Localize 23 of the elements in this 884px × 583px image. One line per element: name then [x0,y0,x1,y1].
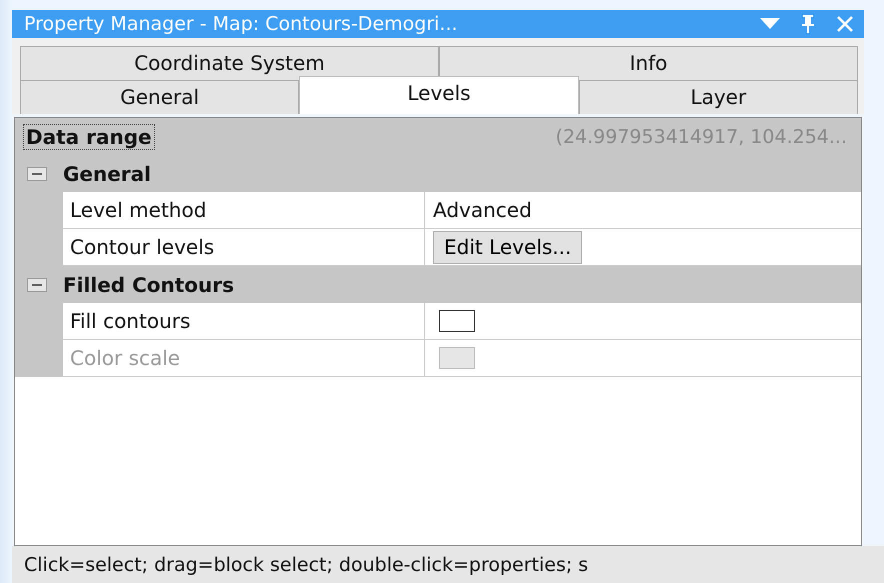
collapse-icon[interactable] [27,166,47,180]
checkbox[interactable] [439,310,475,332]
property-name: Fill contours [63,303,425,340]
property-name: Contour levels [63,229,425,266]
property-name: Color scale [63,340,425,377]
window-title: Property Manager - Map: Contours-Demogri... [24,13,459,35]
property-value: (24.997953414917, 104.254... [556,126,847,148]
tab[interactable]: Coordinate System [20,46,439,80]
property-value[interactable]: Advanced [433,198,532,222]
tab[interactable]: General [20,80,300,114]
property-label: Data range [23,124,155,150]
collapse-icon[interactable] [27,278,47,292]
dropdown-icon[interactable] [760,18,780,30]
category-label: General [63,162,151,186]
tab[interactable]: Levels [299,76,579,114]
pin-icon[interactable] [800,14,816,34]
status-text: Click=select; drag=block select; double-click=properties; s [24,554,588,576]
edit-levels-button[interactable]: Edit Levels... [433,230,582,264]
property-name: Level method [63,192,425,229]
category-label: Filled Contours [63,272,234,296]
tab[interactable]: Info [439,46,858,80]
close-icon[interactable] [836,15,854,33]
tab[interactable]: Layer [578,80,858,114]
